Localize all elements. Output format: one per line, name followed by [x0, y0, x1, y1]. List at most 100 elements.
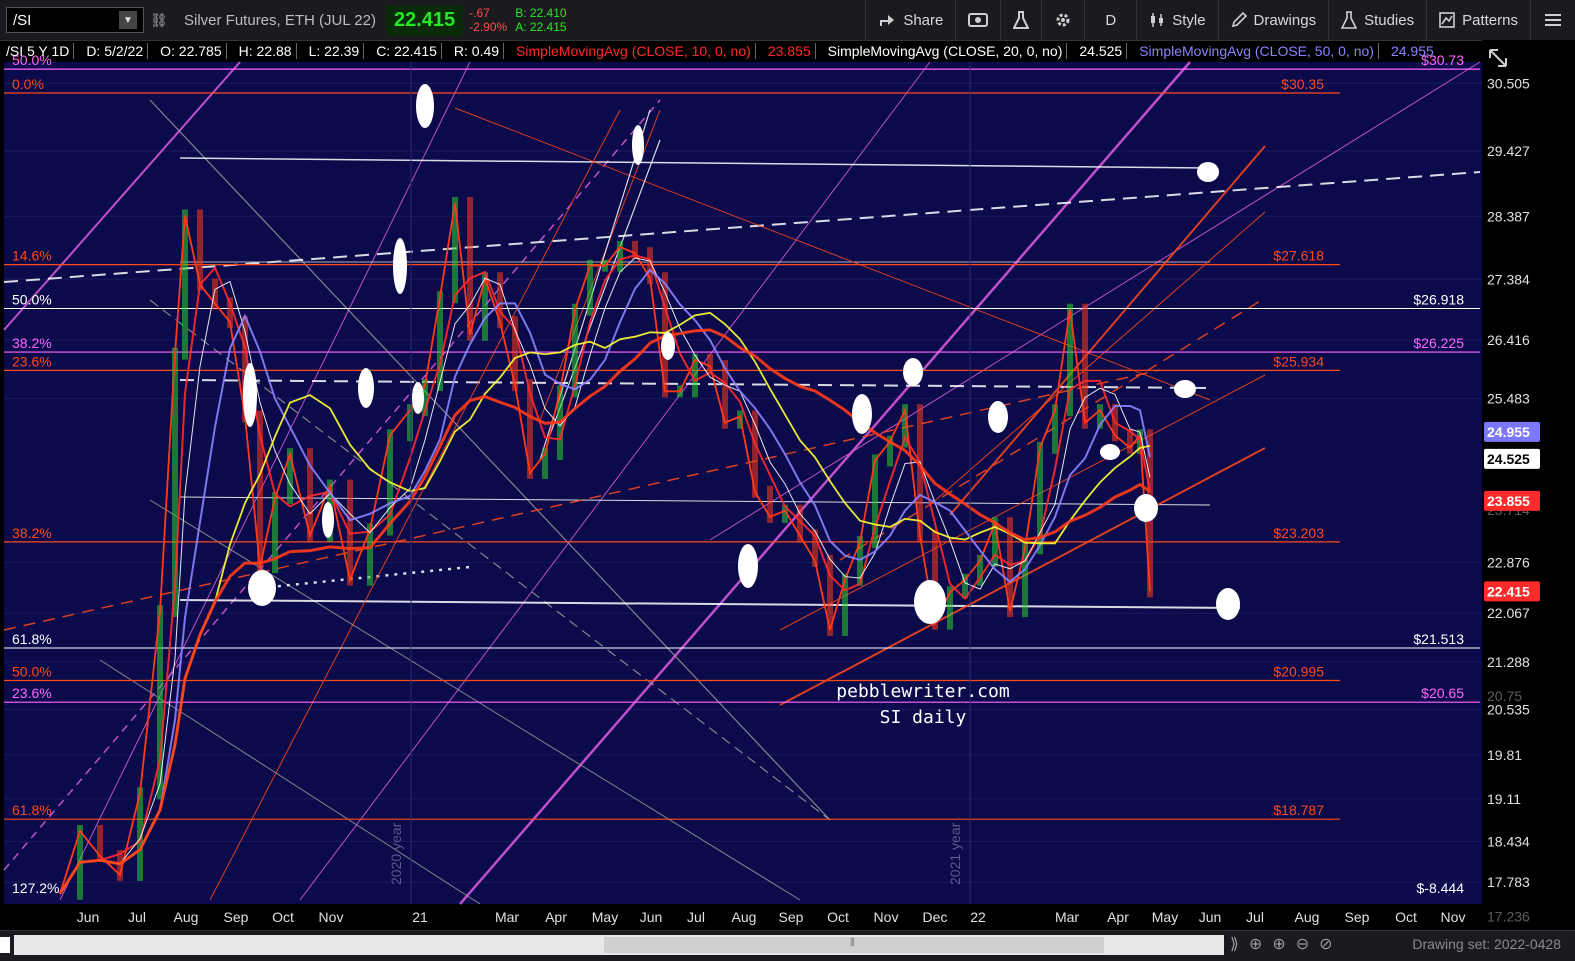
fib-percent-label: 127.2%: [12, 880, 59, 896]
price-badge-value: 23.855: [1487, 493, 1530, 509]
beaker-icon: [1341, 11, 1358, 29]
chart-header: /SI 5 Y 1D: [6, 43, 70, 59]
expand-icon[interactable]: ⟫: [1230, 934, 1239, 954]
annotation-line: pebblewriter.com: [836, 681, 1009, 702]
legend-date: D: 5/2/22: [86, 43, 144, 59]
period-label: D: [1105, 11, 1117, 29]
oval-mark: [738, 544, 758, 588]
year-marker-label: 2020 year: [388, 822, 404, 885]
symbol-selector[interactable]: /SI ▼: [6, 7, 144, 33]
oval-mark: [1197, 162, 1219, 182]
time-tick-label: Nov: [319, 909, 344, 925]
sma50-value: 24.955: [1390, 43, 1434, 59]
fib-percent-label: 38.2%: [12, 335, 52, 351]
annotation-line: SI daily: [880, 707, 967, 728]
price-tick-label: 30.505: [1487, 75, 1530, 91]
crosshair-icon[interactable]: ⊕: [1249, 934, 1262, 954]
period-button[interactable]: D: [1084, 0, 1136, 40]
fib-percent-label: 0.0%: [12, 76, 44, 92]
price-badge-value: 22.415: [1487, 583, 1530, 599]
year-marker-label: 2021 year: [947, 822, 963, 885]
net-change: -.67 -2.90%: [469, 6, 507, 34]
fib-price-label: $21.513: [1413, 631, 1464, 647]
time-tick-label: Mar: [495, 909, 519, 925]
legend-close: C: 22.415: [376, 43, 437, 59]
change-value: -.67: [469, 6, 490, 20]
bid-value: B: 22.410: [515, 6, 567, 20]
time-tick-label: Oct: [272, 909, 294, 925]
patterns-button[interactable]: Patterns: [1426, 0, 1530, 40]
drawings-label: Drawings: [1253, 11, 1317, 29]
time-tick-label: May: [592, 909, 618, 925]
bid-ask: B: 22.410 A: 22.415: [515, 6, 566, 34]
sma20-value: 24.525: [1079, 43, 1123, 59]
time-tick-label: Mar: [1055, 909, 1079, 925]
zoom-in-icon[interactable]: ⊕: [1272, 934, 1285, 954]
time-tick-label: May: [1152, 909, 1178, 925]
studies-button[interactable]: Studies: [1328, 0, 1426, 40]
menu-button[interactable]: [1530, 0, 1575, 40]
studies-flask-button[interactable]: [1000, 0, 1041, 40]
time-tick-label: Aug: [1295, 909, 1320, 925]
drawing-set-label: Drawing set: 2022-0428: [1412, 936, 1561, 952]
last-price: 22.415: [386, 4, 464, 36]
zoom-tools: ⟫ ⊕ ⊕ ⊖ ⊘: [1230, 934, 1333, 954]
zoom-out-icon[interactable]: ⊖: [1296, 934, 1309, 954]
fib-price-label: $25.934: [1273, 353, 1324, 369]
fib-percent-label: 23.6%: [12, 685, 52, 701]
fib-price-label: $26.225: [1413, 335, 1464, 351]
fib-price-label: $-8.444: [1417, 880, 1465, 896]
time-tick-label: Sep: [779, 909, 804, 925]
drawings-button[interactable]: Drawings: [1217, 0, 1329, 40]
sma20-legend[interactable]: SimpleMovingAvg (CLOSE, 20, 0, no): [824, 43, 1067, 59]
price-chart[interactable]: 50.0% $30.730.0% $30.3514.6% $27.61850.0% $2…: [0, 40, 1575, 930]
candle: [842, 573, 848, 636]
candle: [617, 240, 623, 272]
legend-open: O: 22.785: [160, 43, 222, 59]
price-axis-area[interactable]: [1482, 40, 1575, 905]
fib-price-label: $18.787: [1273, 802, 1324, 818]
ask-value: A: 22.415: [515, 20, 567, 34]
candles-icon: [1151, 13, 1164, 27]
time-tick-label: Sep: [224, 909, 249, 925]
time-tick-label: Aug: [732, 909, 757, 925]
price-tick-label: 25.483: [1487, 391, 1530, 407]
price-tick-label: 29.427: [1487, 143, 1530, 159]
price-tick-label: 17.783: [1487, 874, 1530, 890]
legend-high: H: 22.88: [238, 43, 292, 59]
oval-mark: [248, 570, 276, 606]
scroll-track[interactable]: ⦀: [14, 935, 1224, 955]
price-tick-label: 19.11: [1487, 791, 1521, 807]
oval-mark: [322, 502, 334, 538]
symbol-text: /SI: [13, 11, 32, 29]
reset-zoom-icon[interactable]: ⊘: [1319, 934, 1332, 954]
price-tick-label: 28.387: [1487, 208, 1530, 224]
fib-percent-label: 14.6%: [12, 248, 52, 264]
snapshot-button[interactable]: [955, 0, 1000, 40]
pencil-icon: [1231, 12, 1247, 28]
share-label: Share: [903, 11, 944, 29]
share-button[interactable]: Share: [865, 0, 955, 40]
price-tick-label: 18.434: [1487, 833, 1530, 849]
symbol-description: Silver Futures, ETH (JUL 22): [184, 11, 376, 29]
toolbar-actions: Share D Style Drawings Studies Patterns: [865, 0, 1575, 40]
fib-percent-label: 38.2%: [12, 525, 52, 541]
price-tick-label: 26.416: [1487, 332, 1530, 348]
scroll-left-button[interactable]: [0, 937, 10, 953]
fib-percent-label: 50.0%: [12, 664, 52, 680]
oval-mark: [632, 125, 644, 165]
oval-mark: [1134, 494, 1158, 522]
oval-mark: [412, 382, 424, 414]
price-badge-value: 24.955: [1487, 424, 1530, 440]
sma10-legend[interactable]: SimpleMovingAvg (CLOSE, 10, 0, no): [512, 43, 755, 59]
style-button[interactable]: Style: [1136, 0, 1217, 40]
time-tick-label: Jun: [77, 909, 100, 925]
link-icon[interactable]: ⛓: [150, 12, 168, 29]
settings-button[interactable]: [1041, 0, 1084, 40]
chevron-down-icon[interactable]: ▼: [119, 11, 137, 29]
time-tick-label: Jul: [687, 909, 705, 925]
change-percent: -2.90%: [469, 20, 508, 34]
sma50-legend[interactable]: SimpleMovingAvg (CLOSE, 50, 0, no): [1135, 43, 1378, 59]
price-tick-label: 21.288: [1487, 654, 1530, 670]
price-tick-label: 22.876: [1487, 554, 1530, 570]
